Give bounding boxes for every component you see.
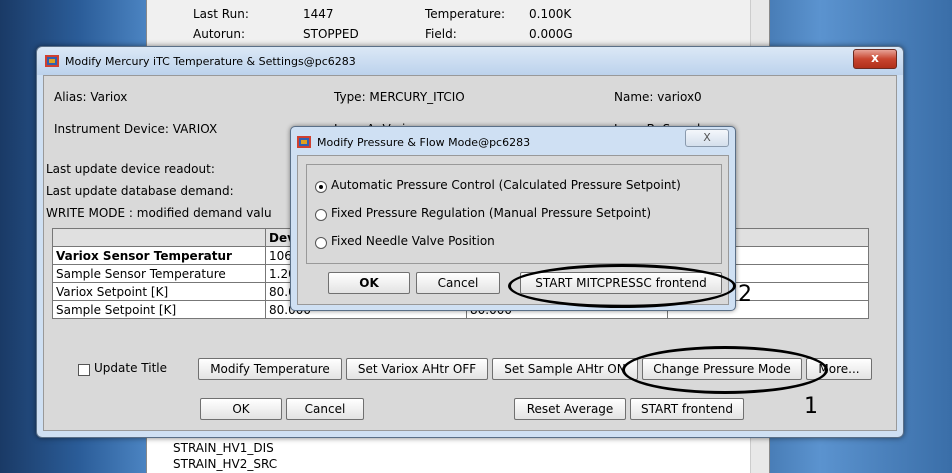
last-update-readout-label: Last update device readout:	[46, 162, 215, 176]
annotation-number-1: 1	[804, 394, 818, 419]
set-variox-ahtr-off-button[interactable]: Set Variox AHtr OFF	[346, 358, 488, 380]
type-label: Type: MERCURY_ITCIO	[334, 90, 465, 104]
ok-button[interactable]: OK	[200, 398, 282, 420]
table-header	[52, 228, 266, 247]
modify-temperature-button[interactable]: Modify Temperature	[198, 358, 342, 380]
annotation-ellipse-2	[508, 264, 736, 308]
auto-pressure-label: Automatic Pressure Control (Calculated P…	[331, 178, 681, 192]
table-cell: Variox Setpoint [K]	[52, 282, 266, 301]
temperature-value: 0.100K	[529, 7, 572, 21]
pressure-mode-group: Automatic Pressure Control (Calculated P…	[306, 164, 722, 264]
run-status-panel: Last Run: 1447 Temperature: 0.100K Autor…	[147, 0, 767, 48]
name-label: Name: variox0	[614, 90, 702, 104]
annotation-number-2: 2	[738, 282, 752, 307]
background-list: STRAIN_HV1_DIS STRAIN_HV2_SRC	[173, 440, 277, 472]
field-value: 0.000G	[529, 27, 573, 41]
last-update-demand-label: Last update database demand:	[46, 184, 234, 198]
dialog-title-bar[interactable]: Modify Mercury iTC Temperature & Setting…	[37, 47, 903, 75]
ok-button[interactable]: OK	[328, 272, 410, 294]
temperature-label: Temperature:	[425, 7, 506, 21]
autorun-label: Autorun:	[193, 27, 246, 41]
write-mode-label: WRITE MODE : modified demand valu	[46, 206, 272, 220]
last-run-label: Last Run:	[193, 7, 249, 21]
app-icon	[297, 136, 311, 148]
start-frontend-button[interactable]: START frontend	[630, 398, 744, 420]
close-button[interactable]: x	[853, 49, 897, 69]
table-cell: Sample Sensor Temperature	[52, 264, 266, 283]
field-label: Field:	[425, 27, 457, 41]
instrument-device-label: Instrument Device: VARIOX	[54, 122, 218, 136]
fixed-needle-radio[interactable]	[315, 237, 327, 249]
app-icon	[45, 55, 59, 67]
fixed-pressure-radio[interactable]	[315, 209, 327, 221]
annotation-ellipse-1	[622, 346, 828, 394]
dialog-title: Modify Mercury iTC Temperature & Setting…	[65, 55, 356, 68]
update-title-checkbox[interactable]	[78, 364, 90, 376]
auto-pressure-radio[interactable]	[315, 181, 327, 193]
sub-dialog-title: Modify Pressure & Flow Mode@pc6283	[317, 136, 531, 149]
cancel-button[interactable]: Cancel	[416, 272, 500, 294]
cancel-button[interactable]: Cancel	[286, 398, 364, 420]
update-title-label: Update Title	[94, 361, 167, 375]
table-cell: Variox Sensor Temperatur	[52, 246, 266, 265]
table-cell: Sample Setpoint [K]	[52, 300, 266, 319]
close-button[interactable]: X	[685, 129, 729, 147]
list-item[interactable]: STRAIN_HV1_DIS	[173, 440, 277, 456]
set-sample-ahtr-on-button[interactable]: Set Sample AHtr ON	[492, 358, 638, 380]
last-run-value: 1447	[303, 7, 334, 21]
sub-dialog-title-bar[interactable]: Modify Pressure & Flow Mode@pc6283 X	[291, 127, 735, 153]
reset-average-button[interactable]: Reset Average	[514, 398, 626, 420]
list-item[interactable]: STRAIN_HV2_SRC	[173, 456, 277, 472]
alias-label: Alias: Variox	[54, 90, 128, 104]
fixed-needle-label: Fixed Needle Valve Position	[331, 234, 495, 248]
autorun-value: STOPPED	[303, 27, 359, 41]
fixed-pressure-label: Fixed Pressure Regulation (Manual Pressu…	[331, 206, 652, 220]
